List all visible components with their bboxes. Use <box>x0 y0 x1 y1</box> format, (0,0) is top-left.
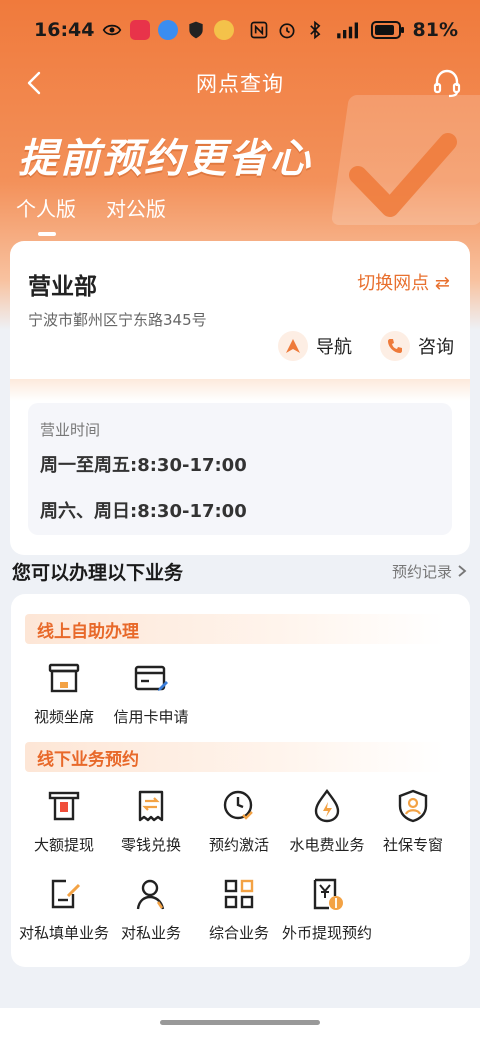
status-bar: 16:44 81% <box>0 0 480 60</box>
service-label: 信用卡申请 <box>113 708 189 726</box>
branch-actions: 导航 咨询 <box>278 331 454 361</box>
navigate-arrow-icon <box>278 331 308 361</box>
nfc-icon <box>250 21 267 39</box>
service-label: 视频坐席 <box>33 708 94 726</box>
services-header: 您可以办理以下业务 预约记录 <box>12 557 468 585</box>
service-label: 对私业务 <box>120 924 181 942</box>
checkmark-decoration-icon <box>349 133 457 217</box>
service-video-seat[interactable]: 视频坐席 <box>16 660 112 727</box>
service-label: 大额提现 <box>33 836 94 854</box>
video-seat-icon <box>48 663 80 693</box>
person-icon <box>136 879 165 910</box>
foreign-currency-icon <box>313 878 343 910</box>
hours-weekday: 周一至周五:8:30-17:00 <box>40 455 247 476</box>
service-change-exchange[interactable]: 零钱兑换 <box>103 788 199 855</box>
service-label: 水电费业务 <box>289 836 365 854</box>
switch-branch-button[interactable]: 切换网点 ⇄ <box>357 269 450 295</box>
service-foreign-currency[interactable]: 外币提现预约 <box>279 876 375 943</box>
consult-label: 咨询 <box>418 337 454 358</box>
service-large-withdrawal[interactable]: 大额提现 <box>16 788 112 855</box>
withdraw-icon <box>48 791 80 821</box>
services-card: 线上自助办理 视频坐席 信用卡申请 线下业务预约 大额提现 零钱兑换 预约激活 … <box>11 594 470 967</box>
service-credit-card[interactable]: 信用卡申请 <box>103 660 199 727</box>
social-security-shield-icon <box>398 789 428 823</box>
eye-icon <box>103 24 122 36</box>
status-time: 16:44 <box>34 19 95 41</box>
service-label: 零钱兑换 <box>120 836 181 854</box>
form-fill-icon <box>51 879 81 909</box>
consult-button[interactable]: 咨询 <box>380 331 454 361</box>
service-label: 综合业务 <box>208 924 269 942</box>
branch-name: 营业部 <box>28 274 97 300</box>
service-label: 对私填单业务 <box>18 924 109 942</box>
clock-check-icon <box>223 790 253 820</box>
service-social-security[interactable]: 社保专窗 <box>365 788 461 855</box>
navigate-label: 导航 <box>316 337 352 358</box>
battery-icon <box>370 21 404 39</box>
back-arrow-icon[interactable] <box>20 68 50 98</box>
bluetooth-icon <box>309 20 320 40</box>
service-label: 预约激活 <box>208 836 269 854</box>
navigate-button[interactable]: 导航 <box>278 331 352 361</box>
business-hours-box: 营业时间 周一至周五:8:30-17:00 周六、周日:8:30-17:00 <box>28 403 452 535</box>
records-label: 预约记录 <box>391 562 452 581</box>
service-private[interactable]: 对私业务 <box>103 876 199 943</box>
card-divider <box>10 379 470 401</box>
weather-notification-icon <box>214 20 235 40</box>
online-section-header: 线上自助办理 <box>25 614 445 644</box>
top-nav: 网点查询 <box>0 60 480 106</box>
service-utilities[interactable]: 水电费业务 <box>279 788 375 855</box>
service-private-form[interactable]: 对私填单业务 <box>16 876 112 943</box>
appointment-records-link[interactable]: 预约记录 <box>392 561 468 582</box>
service-comprehensive[interactable]: 综合业务 <box>191 876 287 943</box>
hours-weekend: 周六、周日:8:30-17:00 <box>40 501 247 522</box>
utility-drop-icon <box>314 789 340 823</box>
home-indicator[interactable] <box>160 1020 320 1025</box>
hero-slogan: 提前预约更省心 <box>18 136 312 182</box>
battery-percent: 81% <box>412 19 458 41</box>
tab-personal[interactable]: 个人版 <box>16 193 76 236</box>
tab-corporate[interactable]: 对公版 <box>106 193 166 236</box>
alarm-icon <box>279 23 295 39</box>
signal-5g-icon <box>336 22 358 39</box>
message-notification-icon <box>158 20 179 40</box>
service-label: 社保专窗 <box>382 836 443 854</box>
branch-card: 营业部 切换网点 ⇄ 宁波市鄞州区宁东路345号 导航 咨询 营业时间 周一至周… <box>10 241 470 555</box>
exchange-icon <box>138 790 164 822</box>
phone-icon <box>380 331 410 361</box>
grid-icon <box>224 879 254 909</box>
version-tabs: 个人版 对公版 <box>16 193 166 236</box>
credit-card-icon <box>134 665 168 691</box>
chevron-right-icon <box>458 565 467 577</box>
offline-section-header: 线下业务预约 <box>25 742 445 772</box>
branch-address: 宁波市鄞州区宁东路345号 <box>28 311 207 329</box>
page-title: 网点查询 <box>196 72 284 96</box>
service-label: 外币提现预约 <box>281 924 372 942</box>
services-title: 您可以办理以下业务 <box>12 561 184 584</box>
service-appointment-activate[interactable]: 预约激活 <box>191 788 287 855</box>
hours-label: 营业时间 <box>40 421 101 439</box>
app-notification-icon <box>130 20 151 40</box>
customer-service-headset-icon[interactable] <box>430 66 464 100</box>
shield-notification-icon <box>189 21 204 39</box>
